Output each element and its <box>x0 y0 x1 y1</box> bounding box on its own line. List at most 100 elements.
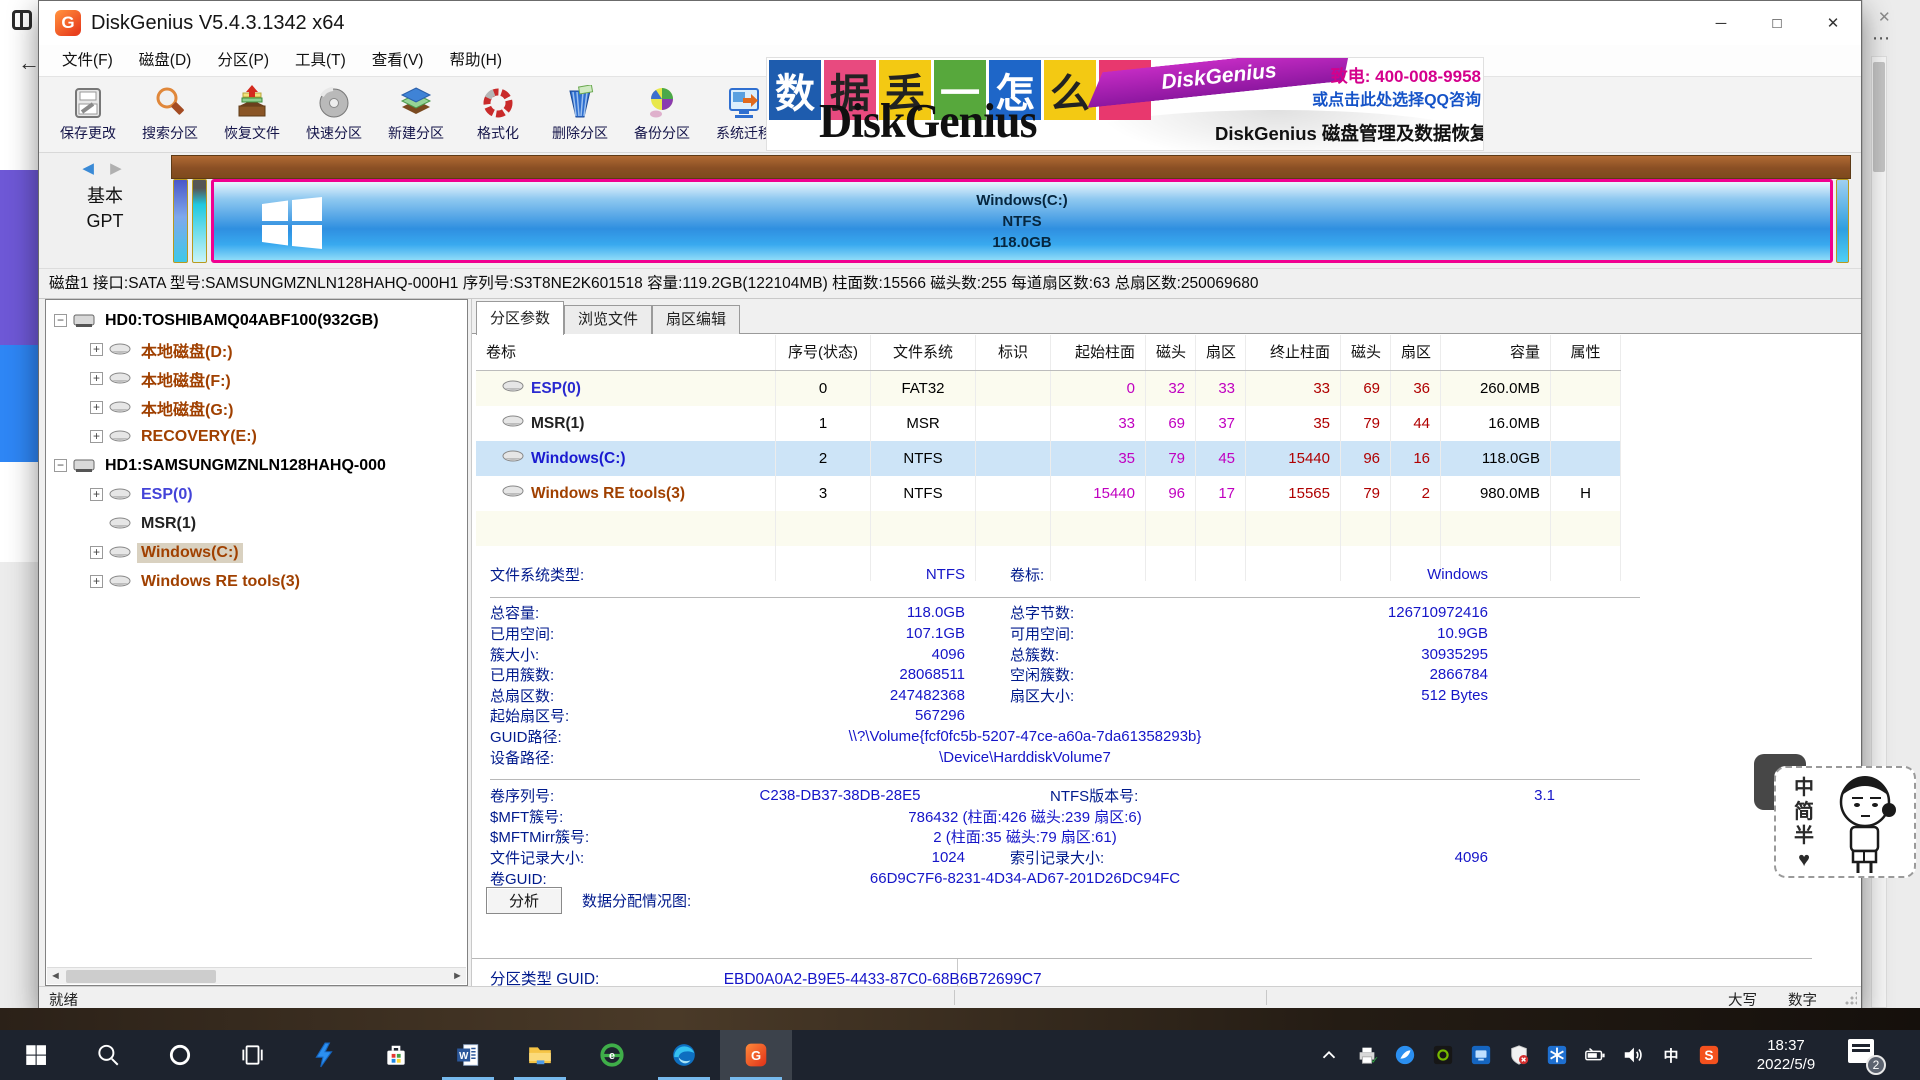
tray-battery-icon[interactable] <box>1576 1030 1614 1080</box>
more-options-icon[interactable]: ⋯ <box>1872 28 1891 49</box>
taskbar-button-explorer[interactable] <box>504 1030 576 1080</box>
nav-right-icon[interactable]: ▶ <box>110 160 128 177</box>
expand-icon[interactable]: + <box>90 488 103 501</box>
menu-item-3[interactable]: 工具(T) <box>282 45 359 77</box>
expand-icon[interactable]: + <box>90 343 103 356</box>
taskbar-button-thunder[interactable] <box>288 1030 360 1080</box>
taskbar-button-start[interactable] <box>0 1030 72 1080</box>
column-header-10[interactable]: 容量 <box>1441 335 1551 370</box>
toolbar-button-delete-partition[interactable]: 删除分区 <box>539 77 621 151</box>
taskbar-button-search[interactable] <box>72 1030 144 1080</box>
tree-item-0[interactable]: −HD0:TOSHIBAMQ04ABF100(932GB) <box>46 306 467 335</box>
divider <box>1266 990 1267 1005</box>
taskbar-button-browser-green[interactable]: e <box>576 1030 648 1080</box>
toolbar-button-new-partition[interactable]: 新建分区 <box>375 77 457 151</box>
close-button[interactable]: ✕ <box>1805 1 1861 45</box>
menu-item-2[interactable]: 分区(P) <box>204 45 282 77</box>
tray-sogou-icon[interactable]: S <box>1690 1030 1728 1080</box>
background-scrollbar-thumb[interactable] <box>1873 62 1885 172</box>
expand-icon[interactable]: + <box>90 546 103 559</box>
table-row-1[interactable]: MSR(1)1MSR33693735794416.0MB <box>476 406 1621 441</box>
column-header-7[interactable]: 终止柱面 <box>1246 335 1341 370</box>
toolbar-button-save-changes[interactable]: 保存更改 <box>47 77 129 151</box>
toolbar-button-recover-files[interactable]: 恢复文件 <box>211 77 293 151</box>
ad-banner[interactable]: 数据丢一怎么! DiskGenius DiskGenius 致电: 400-00… <box>766 57 1484 151</box>
tree-item-7[interactable]: MSR(1) <box>46 509 467 538</box>
scroll-left-icon[interactable]: ◄ <box>47 968 64 985</box>
column-header-3[interactable]: 标识 <box>976 335 1051 370</box>
expand-icon[interactable]: + <box>90 430 103 443</box>
taskbar-button-cortana[interactable] <box>144 1030 216 1080</box>
collapse-icon[interactable]: − <box>54 314 67 327</box>
partition-block-esp[interactable] <box>173 179 188 263</box>
tab-2[interactable]: 扇区编辑 <box>652 305 740 334</box>
ime-status-widget[interactable]: 中简半♥ <box>1752 752 1920 882</box>
taskbar-button-store[interactable] <box>360 1030 432 1080</box>
disk-bar[interactable] <box>171 155 1851 179</box>
minimize-button[interactable]: ─ <box>1693 1 1749 45</box>
column-header-0[interactable]: 卷标 <box>476 335 776 370</box>
toolbar-button-backup-partition[interactable]: 备份分区 <box>621 77 703 151</box>
tray-shield-icon[interactable] <box>1500 1030 1538 1080</box>
tray-printer-icon[interactable]: ✓ <box>1348 1030 1386 1080</box>
expand-icon[interactable]: + <box>90 401 103 414</box>
partition-block-msr[interactable] <box>192 179 207 263</box>
expand-icon[interactable]: + <box>90 372 103 385</box>
column-header-6[interactable]: 扇区 <box>1196 335 1246 370</box>
tray-intel-icon[interactable] <box>1462 1030 1500 1080</box>
toolbar-button-quick-partition[interactable]: 快速分区 <box>293 77 375 151</box>
toolbar-button-format[interactable]: 格式化 <box>457 77 539 151</box>
tab-0[interactable]: 分区参数 <box>476 301 564 335</box>
tray-nvidia-icon[interactable] <box>1424 1030 1462 1080</box>
table-row-0[interactable]: ESP(0)0FAT3203233336936260.0MB <box>476 371 1621 406</box>
column-header-2[interactable]: 文件系统 <box>871 335 976 370</box>
tree-item-9[interactable]: +Windows RE tools(3) <box>46 567 467 596</box>
tree-item-1[interactable]: +本地磁盘(D:) <box>46 335 467 364</box>
scroll-right-icon[interactable]: ► <box>449 968 466 985</box>
table-row-3[interactable]: Windows RE tools(3)3NTFS1544096171556579… <box>476 476 1621 511</box>
tray-ime-icon[interactable]: 中 <box>1652 1030 1690 1080</box>
tray-snowflake-icon[interactable] <box>1538 1030 1576 1080</box>
tab-1[interactable]: 浏览文件 <box>564 305 652 334</box>
background-close-icon[interactable]: ✕ <box>1878 8 1891 26</box>
partition-block-re-tools[interactable] <box>1836 179 1849 263</box>
tree-horizontal-scrollbar[interactable]: ◄ ► <box>47 967 466 984</box>
analyze-button[interactable]: 分析 <box>486 887 562 914</box>
tray-wing-icon[interactable] <box>1386 1030 1424 1080</box>
taskbar-button-diskgenius[interactable]: G <box>720 1030 792 1080</box>
back-arrow-icon[interactable]: ← <box>18 50 40 76</box>
tree-item-6[interactable]: +ESP(0) <box>46 480 467 509</box>
tree-item-2[interactable]: +本地磁盘(F:) <box>46 364 467 393</box>
toolbar-button-search-partition[interactable]: 搜索分区 <box>129 77 211 151</box>
action-center-icon[interactable]: 2 <box>1848 1039 1882 1071</box>
banner-qq-link[interactable]: 或点击此处选择QQ咨询 <box>1265 86 1481 110</box>
taskbar-clock[interactable]: 18:37 2022/5/9 <box>1738 1030 1834 1080</box>
resize-grip[interactable] <box>1844 992 1857 1005</box>
tree-item-8[interactable]: +Windows(C:) <box>46 538 467 567</box>
column-header-4[interactable]: 起始柱面 <box>1051 335 1146 370</box>
tray-speaker-icon[interactable] <box>1614 1030 1652 1080</box>
tree-item-5[interactable]: −HD1:SAMSUNGMZNLN128HAHQ-000 <box>46 451 467 480</box>
column-header-8[interactable]: 磁头 <box>1341 335 1391 370</box>
tree-item-4[interactable]: +RECOVERY(E:) <box>46 422 467 451</box>
nav-left-icon[interactable]: ◀ <box>82 160 100 177</box>
tray-chevron-icon[interactable] <box>1310 1030 1348 1080</box>
menu-item-0[interactable]: 文件(F) <box>49 45 126 77</box>
taskbar-button-edge[interactable] <box>648 1030 720 1080</box>
maximize-button[interactable]: □ <box>1749 1 1805 45</box>
column-header-5[interactable]: 磁头 <box>1146 335 1196 370</box>
partition-block-windows-c[interactable]: Windows(C:) NTFS 118.0GB <box>211 179 1833 263</box>
menu-item-5[interactable]: 帮助(H) <box>436 45 515 77</box>
table-row-2[interactable]: Windows(C:)2NTFS357945154409616118.0GB <box>476 441 1621 476</box>
column-header-1[interactable]: 序号(状态) <box>776 335 871 370</box>
column-header-9[interactable]: 扇区 <box>1391 335 1441 370</box>
collapse-icon[interactable]: − <box>54 459 67 472</box>
expand-icon[interactable]: + <box>90 575 103 588</box>
scrollbar-thumb[interactable] <box>66 970 216 983</box>
tree-item-3[interactable]: +本地磁盘(G:) <box>46 393 467 422</box>
column-header-11[interactable]: 属性 <box>1551 335 1621 370</box>
menu-item-1[interactable]: 磁盘(D) <box>126 45 205 77</box>
taskbar-button-word[interactable]: W <box>432 1030 504 1080</box>
menu-item-4[interactable]: 查看(V) <box>359 45 437 77</box>
taskbar-button-task-view[interactable] <box>216 1030 288 1080</box>
